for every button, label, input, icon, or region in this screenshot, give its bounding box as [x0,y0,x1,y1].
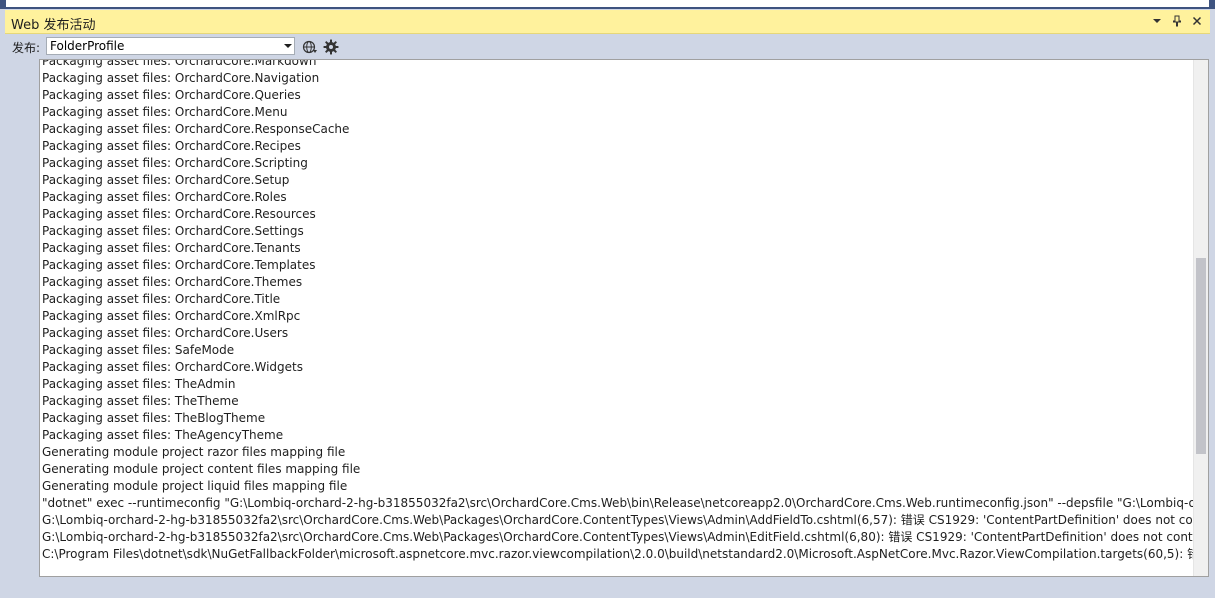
log-line: Packaging asset files: OrchardCore.XmlRp… [42,309,301,323]
gear-icon[interactable] [322,38,340,56]
pin-icon[interactable] [1170,13,1184,29]
log-line: Packaging asset files: OrchardCore.Setti… [42,224,304,238]
panel-title-bar[interactable]: Web 发布活动 [5,10,1210,34]
log-lines: Packaging asset files: OrchardCore.Markd… [42,59,1194,563]
profile-select[interactable]: FolderProfile [46,37,295,55]
log-line: Packaging asset files: TheTheme [42,394,239,408]
log-line: Generating module project liquid files m… [42,479,348,493]
log-line: Packaging asset files: OrchardCore.Title [42,292,281,306]
log-line: Packaging asset files: OrchardCore.Scrip… [42,156,308,170]
log-line: Packaging asset files: TheBlogTheme [42,411,266,425]
chevron-down-icon[interactable] [1150,13,1164,29]
log-line: Packaging asset files: OrchardCore.Theme… [42,275,303,289]
window-top-inner [6,0,1209,7]
log-line: Packaging asset files: OrchardCore.Widge… [42,360,303,374]
close-icon[interactable] [1190,13,1204,29]
log-line: Packaging asset files: OrchardCore.Recip… [42,139,301,153]
log-line: Generating module project content files … [42,462,361,476]
log-line: Packaging asset files: OrchardCore.Menu [42,105,288,119]
panel-title: Web 发布活动 [11,18,96,33]
log-line: Packaging asset files: OrchardCore.Setup [42,173,290,187]
log-line: Packaging asset files: TheAgencyTheme [42,428,284,442]
log-line: G:\Lombiq-orchard-2-hg-b31855032fa2\src\… [42,513,1194,527]
globe-icon[interactable] [301,38,319,56]
output-log-pane[interactable]: Packaging asset files: OrchardCore.Markd… [39,59,1209,577]
title-buttons [1150,13,1204,29]
publish-label: 发布: [12,41,41,55]
log-line: "dotnet" exec --runtimeconfig "G:\Lombiq… [42,496,1194,510]
profile-select-value: FolderProfile [50,39,125,53]
panel-bottom-border [0,578,1215,598]
chevron-down-icon[interactable] [284,44,292,48]
log-line: Packaging asset files: OrchardCore.Templ… [42,258,316,272]
scrollbar-thumb[interactable] [1196,258,1206,454]
log-line: Packaging asset files: TheAdmin [42,377,236,391]
log-line: Packaging asset files: OrchardCore.Users [42,326,289,340]
log-line: Packaging asset files: OrchardCore.Navig… [42,71,320,85]
publish-toolbar: 发布: FolderProfile [5,34,1210,59]
log-line: Generating module project razor files ma… [42,445,346,459]
log-line: Packaging asset files: OrchardCore.Markd… [42,59,317,68]
log-line: Packaging asset files: SafeMode [42,343,235,357]
log-line: G:\Lombiq-orchard-2-hg-b31855032fa2\src\… [42,530,1194,544]
vertical-scrollbar[interactable] [1193,60,1208,576]
log-line: Packaging asset files: OrchardCore.Roles [42,190,287,204]
log-line: Packaging asset files: OrchardCore.Queri… [42,88,301,102]
log-line: C:\Program Files\dotnet\sdk\NuGetFallbac… [42,547,1194,561]
log-line: Packaging asset files: OrchardCore.Resou… [42,207,316,221]
log-line: Packaging asset files: OrchardCore.Respo… [42,122,350,136]
log-line: Packaging asset files: OrchardCore.Tenan… [42,241,301,255]
window-top-border [0,0,1215,9]
